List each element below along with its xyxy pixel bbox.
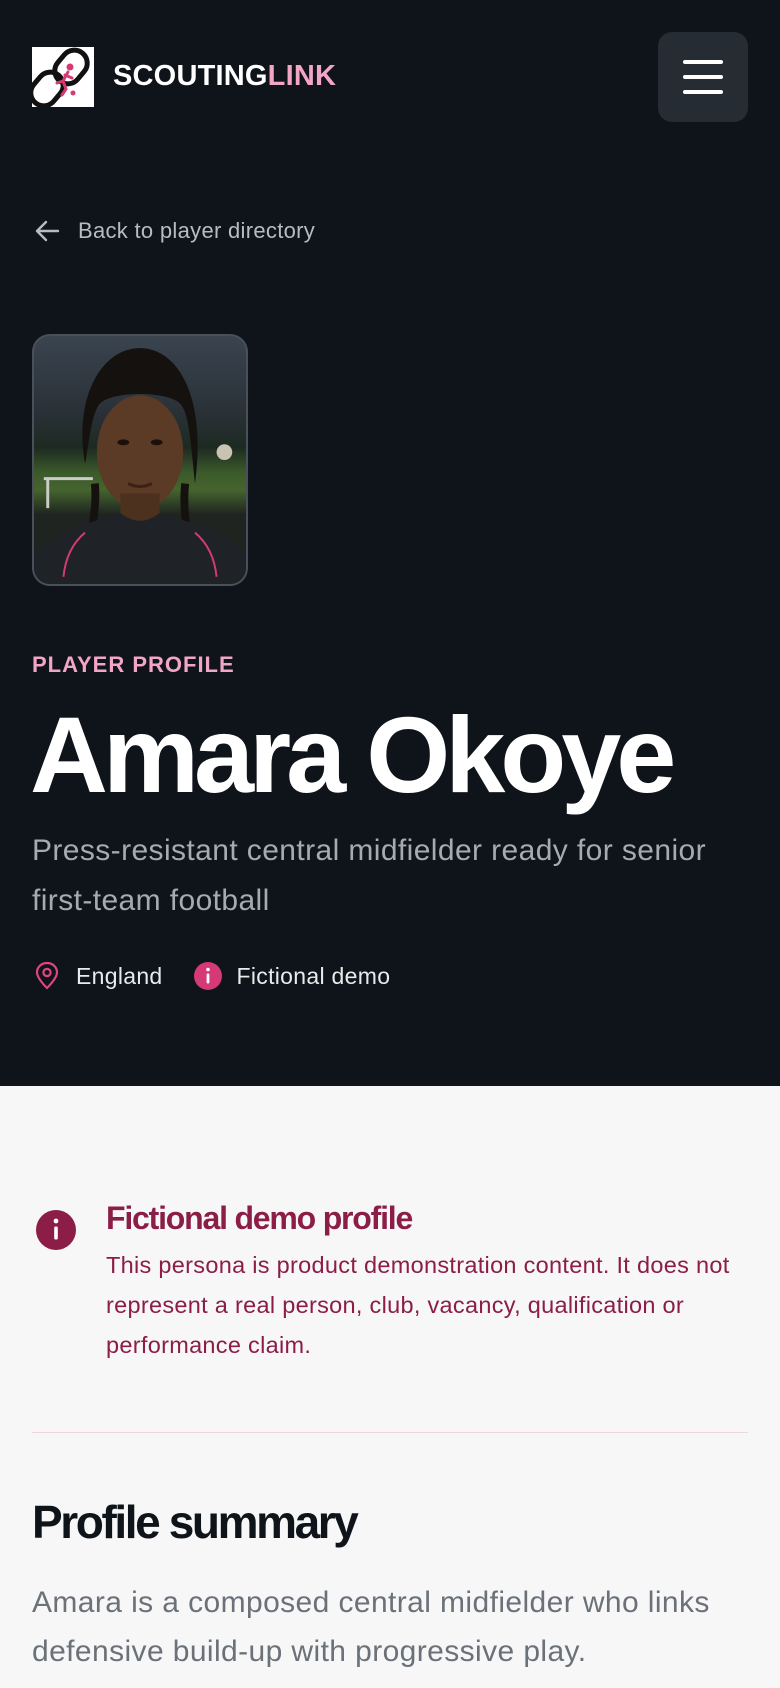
hamburger-menu-icon <box>683 60 723 64</box>
summary-title: Profile summary <box>32 1496 359 1548</box>
meta-location: England <box>32 961 163 991</box>
back-link-label: Back to player directory <box>78 218 316 243</box>
player-portrait-illustration <box>34 348 246 584</box>
hamburger-menu-icon <box>683 90 723 94</box>
brand-primary: SCOUTING <box>113 60 268 92</box>
info-icon <box>193 962 222 990</box>
meta-demo-flag: Fictional demo <box>193 961 391 991</box>
arrow-left-icon <box>35 220 60 242</box>
meta-location-label: England <box>76 962 163 989</box>
summary-body: Amara is a composed central midfielder w… <box>32 1586 710 1668</box>
profile-eyebrow: PLAYER PROFILE <box>32 652 235 677</box>
player-name: Amara Okoye <box>30 694 676 815</box>
brand-accent: LINK <box>267 60 337 92</box>
brand-wordmark[interactable]: SCOUTINGLINK <box>113 58 336 94</box>
player-photo <box>32 334 248 586</box>
notice-title: Fictional demo profile <box>106 1200 413 1236</box>
hero-section: SCOUTINGLINK Back to player directory PL… <box>0 0 780 1086</box>
info-icon <box>36 1210 76 1250</box>
hamburger-menu-icon <box>683 75 723 79</box>
notice-body: This persona is product demonstration co… <box>106 1252 730 1358</box>
location-pin-icon <box>35 961 59 990</box>
player-tagline: Press-resistant central midfielder ready… <box>32 834 706 917</box>
player-meta: England Fictional demo <box>32 958 420 994</box>
menu-button[interactable] <box>658 32 748 122</box>
meta-demo-label: Fictional demo <box>236 962 391 989</box>
back-link[interactable]: Back to player directory <box>32 214 315 248</box>
section-divider <box>32 1432 748 1433</box>
logo[interactable] <box>28 47 94 109</box>
chain-link-runner-icon <box>28 47 90 109</box>
